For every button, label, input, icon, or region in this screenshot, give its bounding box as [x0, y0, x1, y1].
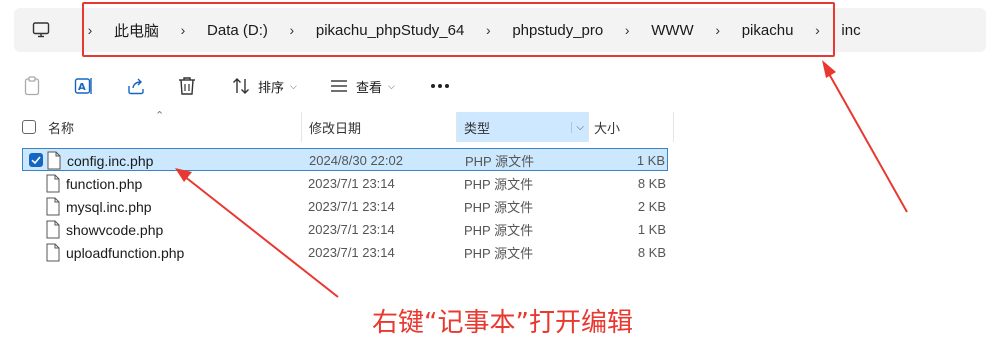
- delete-button[interactable]: [178, 75, 196, 97]
- share-button[interactable]: [126, 75, 146, 97]
- select-all-checkbox[interactable]: [22, 120, 36, 134]
- file-modified: 2023/7/1 23:14: [308, 245, 395, 260]
- chevron-down-icon[interactable]: ⌵: [571, 121, 584, 133]
- this-pc-icon[interactable]: [32, 21, 50, 39]
- file-type: PHP 源文件: [464, 200, 534, 215]
- share-icon: [128, 78, 144, 95]
- file-modified: 2023/7/1 23:14: [308, 199, 395, 214]
- file-icon: [46, 197, 60, 216]
- file-size: 8 KB: [637, 176, 666, 191]
- file-type: PHP 源文件: [464, 246, 534, 261]
- file-icon: [46, 174, 60, 193]
- column-divider[interactable]: [673, 112, 674, 142]
- clipboard-icon: [24, 76, 40, 96]
- highlight-box: [82, 2, 835, 57]
- row-checkbox[interactable]: [29, 153, 43, 167]
- file-row[interactable]: mysql.inc.php 2023/7/1 23:14 PHP 源文件 2 K…: [22, 195, 668, 218]
- chevron-down-icon: ⌵: [388, 80, 395, 91]
- sort-caret-icon: ⌃: [155, 110, 165, 122]
- file-size: 1 KB: [636, 153, 665, 168]
- annotation-text: 右键“记事本”打开编辑: [372, 308, 633, 338]
- file-type: PHP 源文件: [465, 154, 535, 169]
- file-name: function.php: [66, 175, 143, 192]
- file-name: config.inc.php: [67, 152, 154, 169]
- view-label: 查看: [356, 79, 383, 95]
- chevron-down-icon: ⌵: [290, 80, 297, 91]
- file-modified: 2023/7/1 23:14: [308, 176, 395, 191]
- file-modified: 2024/8/30 22:02: [309, 153, 403, 168]
- file-icon: [46, 220, 60, 239]
- rename-icon: A: [74, 78, 92, 94]
- sort-button[interactable]: 排序 ⌵: [232, 75, 297, 97]
- column-header: 名称 修改日期 类型 ⌵ 大小: [0, 112, 989, 142]
- file-row[interactable]: showvcode.php 2023/7/1 23:14 PHP 源文件 1 K…: [22, 218, 668, 241]
- file-size: 8 KB: [637, 245, 666, 260]
- column-modified-label: 修改日期: [309, 120, 362, 136]
- column-name-label: 名称: [48, 120, 75, 136]
- sort-label: 排序: [258, 79, 285, 95]
- file-size: 1 KB: [637, 222, 666, 237]
- file-size: 2 KB: [637, 199, 666, 214]
- file-icon: [46, 243, 60, 262]
- file-type: PHP 源文件: [464, 223, 534, 238]
- checkmark-icon: [31, 156, 41, 165]
- svg-text:A: A: [78, 82, 86, 93]
- more-options-button[interactable]: [430, 75, 450, 97]
- column-size[interactable]: 大小: [589, 112, 673, 142]
- file-row[interactable]: function.php 2023/7/1 23:14 PHP 源文件 8 KB: [22, 172, 668, 195]
- view-list-icon: [331, 80, 347, 92]
- rename-button[interactable]: A: [74, 75, 94, 97]
- file-modified: 2023/7/1 23:14: [308, 222, 395, 237]
- column-type[interactable]: 类型 ⌵: [457, 112, 588, 142]
- file-name: mysql.inc.php: [66, 198, 152, 215]
- file-name: showvcode.php: [66, 221, 164, 238]
- file-type: PHP 源文件: [464, 177, 534, 192]
- view-button[interactable]: 查看 ⌵: [330, 75, 395, 97]
- file-icon: [47, 151, 61, 170]
- column-size-label: 大小: [594, 120, 621, 136]
- breadcrumb-inc[interactable]: inc: [831, 22, 870, 39]
- more-icon: [431, 84, 449, 88]
- file-row[interactable]: config.inc.php 2024/8/30 22:02 PHP 源文件 1…: [22, 148, 668, 171]
- column-modified[interactable]: 修改日期: [302, 112, 456, 142]
- paste-button[interactable]: [24, 75, 40, 97]
- command-bar: A 排序 ⌵ 查看 ⌵: [0, 66, 989, 106]
- file-name: uploadfunction.php: [66, 244, 185, 261]
- sort-icon: [233, 78, 249, 94]
- column-type-label: 类型: [464, 120, 491, 136]
- column-name[interactable]: 名称: [48, 112, 300, 142]
- file-row[interactable]: uploadfunction.php 2023/7/1 23:14 PHP 源文…: [22, 241, 668, 264]
- trash-icon: [179, 77, 195, 95]
